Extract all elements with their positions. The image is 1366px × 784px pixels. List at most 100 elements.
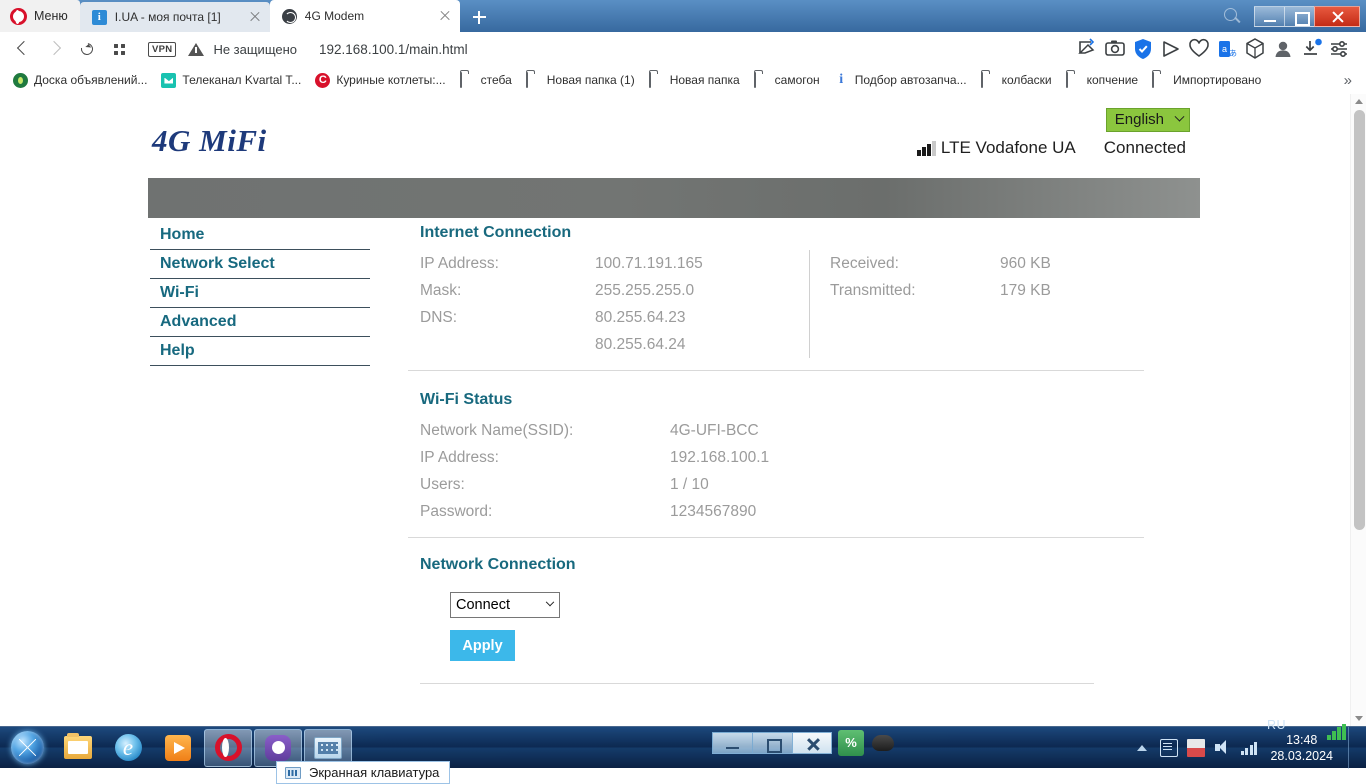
reload-button[interactable] bbox=[72, 34, 102, 64]
clock-time: 13:48 bbox=[1270, 732, 1333, 748]
carrier-status: LTE Vodafone UA bbox=[917, 138, 1075, 158]
tab-mail[interactable]: I.UA - моя почта [1] bbox=[80, 2, 270, 32]
heart-icon[interactable] bbox=[1186, 34, 1212, 64]
page-logo: 4G MiFi bbox=[152, 123, 267, 159]
bookmark-label: Телеканал Kvartal T... bbox=[182, 73, 301, 87]
signal-icon[interactable] bbox=[1241, 741, 1258, 755]
chevron-down-icon bbox=[1175, 112, 1185, 122]
scrollbar-thumb[interactable] bbox=[1354, 110, 1365, 530]
network-connection-section: Network Connection Connect Apply bbox=[408, 550, 1144, 696]
onscreen-keyboard-icon bbox=[285, 767, 301, 779]
camera-icon[interactable] bbox=[1102, 34, 1128, 64]
info-key: Network Name(SSID): bbox=[420, 417, 670, 444]
bookmark-item[interactable]: Доска объявлений... bbox=[6, 70, 154, 91]
action-center-icon[interactable] bbox=[1160, 739, 1178, 757]
folder-icon bbox=[460, 73, 475, 88]
bookmark-item[interactable]: Куриные котлеты:... bbox=[308, 70, 452, 91]
close-icon[interactable] bbox=[246, 8, 264, 26]
sidebar-nav: Home Network Select Wi-Fi Advanced Help bbox=[148, 218, 370, 696]
vpn-badge[interactable]: VPN bbox=[148, 42, 176, 57]
taskbar-item-opera[interactable] bbox=[204, 729, 252, 767]
search-icon[interactable] bbox=[1216, 0, 1246, 32]
forward-button[interactable] bbox=[40, 34, 70, 64]
info-key bbox=[420, 331, 595, 358]
show-hidden-icons-icon[interactable] bbox=[1137, 745, 1147, 751]
bookmark-folder[interactable]: самогон bbox=[747, 70, 827, 91]
header-band bbox=[148, 178, 1200, 218]
bookmark-folder[interactable]: колбаски bbox=[974, 70, 1059, 91]
info-key: Password: bbox=[420, 498, 670, 525]
info-row: Mask: 255.255.255.0 bbox=[420, 277, 809, 304]
opera-menu-button[interactable]: Меню bbox=[0, 0, 80, 32]
minimize-icon[interactable] bbox=[712, 732, 752, 754]
language-select[interactable]: English bbox=[1106, 108, 1190, 132]
bookmark-folder[interactable]: стеба bbox=[453, 70, 519, 91]
warning-icon bbox=[188, 43, 204, 56]
sidebar-item-advanced[interactable]: Advanced bbox=[150, 308, 370, 337]
flag-icon[interactable] bbox=[1187, 739, 1205, 757]
taskbar-item-explorer[interactable] bbox=[54, 729, 102, 767]
easy-setup-icon[interactable] bbox=[1326, 34, 1352, 64]
minimize-icon[interactable] bbox=[1254, 6, 1284, 27]
bookmark-item[interactable]: Телеканал Kvartal T... bbox=[154, 70, 308, 91]
page-scrollbar[interactable] bbox=[1350, 94, 1366, 726]
start-button[interactable] bbox=[2, 729, 52, 767]
info-key: IP Address: bbox=[420, 250, 595, 277]
profile-icon[interactable] bbox=[1270, 34, 1296, 64]
taskbar-item-internet-explorer[interactable] bbox=[104, 729, 152, 767]
opera-icon bbox=[215, 734, 242, 761]
info-value: 100.71.191.165 bbox=[595, 250, 703, 277]
close-icon[interactable] bbox=[1314, 6, 1360, 27]
network-connection-select[interactable]: Connect bbox=[450, 592, 560, 618]
tab-4g-modem[interactable]: 4G Modem bbox=[270, 0, 460, 32]
show-desktop-button[interactable] bbox=[1348, 727, 1358, 769]
cube-icon[interactable] bbox=[1242, 34, 1268, 64]
info-key: Users: bbox=[420, 471, 670, 498]
folder-icon bbox=[649, 73, 664, 88]
close-icon[interactable] bbox=[792, 732, 832, 754]
back-button[interactable] bbox=[8, 34, 38, 64]
maximize-icon[interactable] bbox=[1284, 6, 1314, 27]
page-body: Home Network Select Wi-Fi Advanced Help … bbox=[148, 218, 1200, 696]
shield-check-icon[interactable] bbox=[1130, 34, 1156, 64]
maximize-icon[interactable] bbox=[752, 732, 792, 754]
url-input[interactable]: 192.168.100.1/main.html bbox=[319, 42, 468, 57]
bookmarks-overflow-button[interactable]: » bbox=[1336, 72, 1360, 89]
signal-strength-icon bbox=[917, 141, 936, 156]
sidebar-item-wifi[interactable]: Wi-Fi bbox=[150, 279, 370, 308]
sidebar-item-home[interactable]: Home bbox=[150, 220, 370, 250]
new-tab-button[interactable] bbox=[464, 2, 494, 32]
scroll-down-icon[interactable] bbox=[1355, 716, 1363, 721]
internet-connection-right: Received: 960 KB Transmitted: 179 KB bbox=[810, 250, 1051, 358]
bookmark-label: Подбор автозапча... bbox=[855, 73, 967, 87]
scroll-up-icon[interactable] bbox=[1355, 99, 1363, 104]
info-value: 1234567890 bbox=[670, 498, 756, 525]
send-icon[interactable] bbox=[1158, 34, 1184, 64]
internet-explorer-icon bbox=[115, 734, 142, 761]
network-indicator-icon bbox=[1327, 724, 1346, 740]
translate-icon[interactable]: aあ bbox=[1214, 34, 1240, 64]
opera-logo-icon bbox=[10, 8, 27, 25]
sidebar-item-help[interactable]: Help bbox=[150, 337, 370, 366]
viber-icon bbox=[265, 735, 291, 761]
kotlety-icon bbox=[315, 73, 330, 88]
info-value: 255.255.255.0 bbox=[595, 277, 694, 304]
folder-icon bbox=[981, 73, 996, 88]
bookmark-folder[interactable]: Новая папка bbox=[642, 70, 747, 91]
bookmark-item[interactable]: Подбор автозапча... bbox=[827, 70, 974, 91]
taskbar-item-media-player[interactable] bbox=[154, 729, 202, 767]
downloads-icon[interactable] bbox=[1298, 34, 1324, 64]
volume-icon[interactable] bbox=[1214, 739, 1232, 757]
close-icon[interactable] bbox=[436, 7, 454, 25]
bookmark-folder[interactable]: Импортировано bbox=[1145, 70, 1268, 91]
sidebar-item-network-select[interactable]: Network Select bbox=[150, 250, 370, 279]
snapshot-icon[interactable] bbox=[1074, 34, 1100, 64]
bookmark-folder[interactable]: копчение bbox=[1059, 70, 1146, 91]
tooltip-label: Экранная клавиатура bbox=[309, 765, 439, 780]
info-row: 80.255.64.24 bbox=[420, 331, 809, 358]
apply-button[interactable]: Apply bbox=[450, 630, 515, 661]
speed-dial-button[interactable] bbox=[104, 34, 134, 64]
bookmark-folder[interactable]: Новая папка (1) bbox=[519, 70, 642, 91]
language-indicator[interactable]: RU bbox=[1267, 718, 1286, 732]
section-title: Internet Connection bbox=[408, 218, 1144, 250]
